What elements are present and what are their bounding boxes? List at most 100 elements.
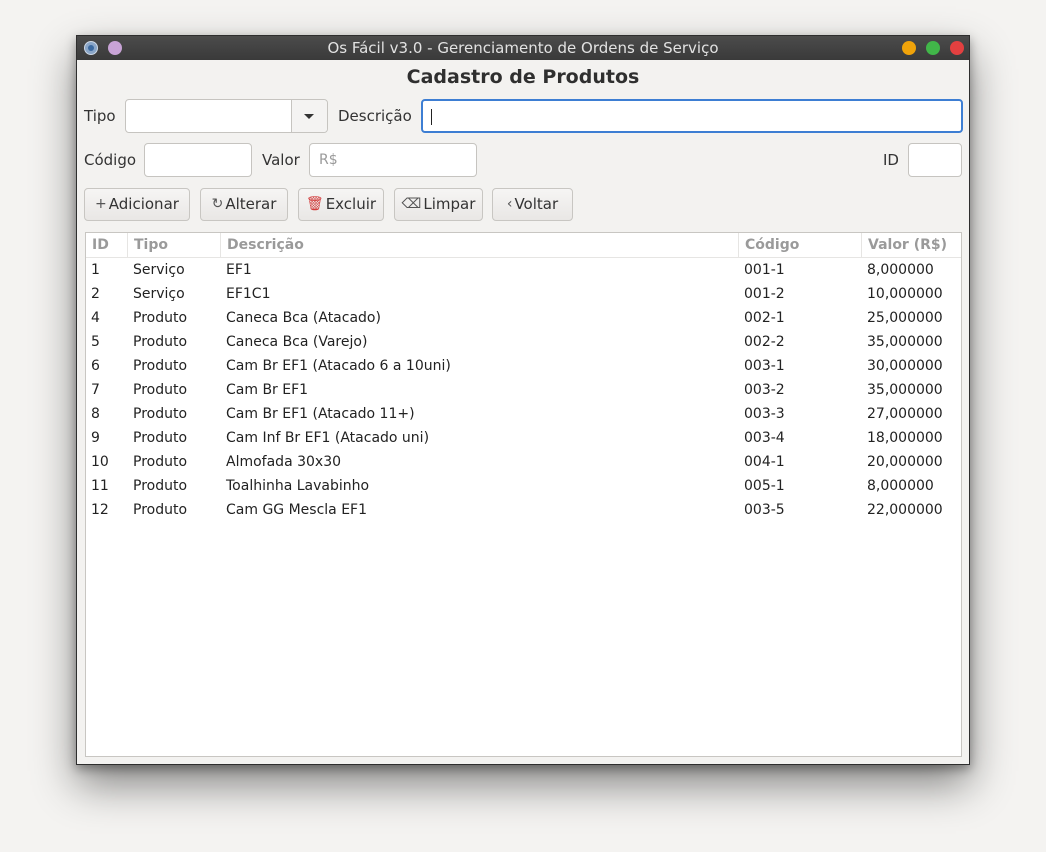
cell-descricao: Cam Br EF1: [226, 382, 309, 398]
cell-valor: 8,000000: [867, 262, 934, 278]
cell-tipo: Produto: [133, 382, 188, 398]
cell-codigo: 002-1: [744, 310, 785, 326]
tipo-label: Tipo: [84, 107, 116, 125]
products-table[interactable]: ID Tipo Descrição Código Valor (R$) 1 Ser…: [85, 232, 962, 757]
cell-descricao: EF1C1: [226, 286, 271, 302]
codigo-input[interactable]: [144, 143, 252, 177]
table-row[interactable]: 10 Produto Almofada 30x30 004-1 20,000000: [86, 450, 961, 474]
id-label: ID: [883, 151, 899, 169]
cell-tipo: Produto: [133, 478, 188, 494]
cell-valor: 20,000000: [867, 454, 943, 470]
maximize-button[interactable]: [926, 41, 940, 55]
app-window: Os Fácil v3.0 - Gerenciamento de Ordens …: [76, 35, 970, 765]
cell-tipo: Produto: [133, 310, 188, 326]
plus-icon: +: [95, 196, 107, 212]
column-header-codigo[interactable]: Código: [739, 233, 862, 257]
cell-descricao: Cam GG Mescla EF1: [226, 502, 367, 518]
limpar-button[interactable]: ⌫ Limpar: [394, 188, 483, 221]
descricao-input[interactable]: [421, 99, 963, 133]
column-header-tipo[interactable]: Tipo: [128, 233, 221, 257]
text-caret: [431, 109, 432, 125]
cell-tipo: Produto: [133, 358, 188, 374]
excluir-button[interactable]: 🗑 Excluir: [298, 188, 384, 221]
cell-valor: 30,000000: [867, 358, 943, 374]
cell-id: 8: [91, 406, 100, 422]
cell-descricao: Almofada 30x30: [226, 454, 342, 470]
descricao-label: Descrição: [338, 107, 412, 125]
table-row[interactable]: 2 Serviço EF1C1 001-2 10,000000: [86, 282, 961, 306]
table-row[interactable]: 12 Produto Cam GG Mescla EF1 003-5 22,000000: [86, 498, 961, 522]
cell-descricao: Cam Inf Br EF1 (Atacado uni): [226, 430, 430, 446]
close-button[interactable]: [950, 41, 964, 55]
cell-descricao: Caneca Bca (Atacado): [226, 310, 381, 326]
minimize-button[interactable]: [902, 41, 916, 55]
tipo-combobox[interactable]: [125, 99, 328, 133]
table-row[interactable]: 9 Produto Cam Inf Br EF1 (Atacado uni) 003-…: [86, 426, 961, 450]
cell-codigo: 001-2: [744, 286, 785, 302]
cell-descricao: Cam Br EF1 (Atacado 11+): [226, 406, 415, 422]
cell-valor: 22,000000: [867, 502, 943, 518]
cell-codigo: 003-1: [744, 358, 785, 374]
table-row[interactable]: 6 Produto Cam Br EF1 (Atacado 6 a 10uni) 00…: [86, 354, 961, 378]
cell-valor: 35,000000: [867, 382, 943, 398]
table-row[interactable]: 11 Produto Toalhinha Lavabinho 005-1 8,00000…: [86, 474, 961, 498]
cell-id: 12: [91, 502, 109, 518]
page-title: Cadastro de Produtos: [406, 66, 640, 88]
cell-id: 11: [91, 478, 109, 494]
cell-descricao: Caneca Bca (Varejo): [226, 334, 368, 350]
cell-codigo: 003-2: [744, 382, 785, 398]
cell-valor: 10,000000: [867, 286, 943, 302]
table-row[interactable]: 4 Produto Caneca Bca (Atacado) 002-1 25,0000…: [86, 306, 961, 330]
chevron-left-icon: ‹: [506, 196, 513, 212]
cell-codigo: 003-3: [744, 406, 785, 422]
cell-codigo: 003-5: [744, 502, 785, 518]
cell-id: 7: [91, 382, 100, 398]
chevron-down-icon[interactable]: [291, 100, 327, 132]
refresh-icon: ↻: [211, 196, 224, 212]
cell-descricao: Cam Br EF1 (Atacado 6 a 10uni): [226, 358, 451, 374]
cell-descricao: EF1: [226, 262, 252, 278]
column-header-descricao[interactable]: Descrição: [221, 233, 739, 257]
window-title: Os Fácil v3.0 - Gerenciamento de Ordens …: [327, 39, 719, 57]
cell-id: 4: [91, 310, 100, 326]
cell-tipo: Produto: [133, 454, 188, 470]
cell-valor: 18,000000: [867, 430, 943, 446]
cell-id: 6: [91, 358, 100, 374]
cell-tipo: Produto: [133, 406, 188, 422]
cell-codigo: 002-2: [744, 334, 785, 350]
table-header: ID Tipo Descrição Código Valor (R$): [86, 233, 961, 258]
id-input[interactable]: [908, 143, 962, 177]
cell-id: 10: [91, 454, 109, 470]
cell-tipo: Produto: [133, 334, 188, 350]
cell-valor: 27,000000: [867, 406, 943, 422]
cell-codigo: 001-1: [744, 262, 785, 278]
cell-tipo: Serviço: [133, 262, 185, 278]
cell-tipo: Produto: [133, 430, 188, 446]
cell-codigo: 005-1: [744, 478, 785, 494]
column-header-valor[interactable]: Valor (R$): [862, 233, 963, 257]
cell-id: 9: [91, 430, 100, 446]
cell-tipo: Produto: [133, 502, 188, 518]
cell-descricao: Toalhinha Lavabinho: [226, 478, 370, 494]
cell-tipo: Serviço: [133, 286, 185, 302]
cell-codigo: 004-1: [744, 454, 785, 470]
alterar-button[interactable]: ↻ Alterar: [200, 188, 288, 221]
backspace-icon: ⌫: [401, 196, 422, 212]
table-row[interactable]: 5 Produto Caneca Bca (Varejo) 002-2 35,00000…: [86, 330, 961, 354]
table-row[interactable]: 1 Serviço EF1 001-1 8,000000: [86, 258, 961, 282]
cell-valor: 8,000000: [867, 478, 934, 494]
cell-codigo: 003-4: [744, 430, 785, 446]
valor-label: Valor: [262, 151, 300, 169]
cell-valor: 25,000000: [867, 310, 943, 326]
table-row[interactable]: 8 Produto Cam Br EF1 (Atacado 11+) 003-3 27,…: [86, 402, 961, 426]
cell-valor: 35,000000: [867, 334, 943, 350]
voltar-button[interactable]: ‹ Voltar: [492, 188, 573, 221]
cell-id: 2: [91, 286, 100, 302]
valor-input[interactable]: R$: [309, 143, 477, 177]
codigo-label: Código: [84, 151, 137, 169]
adicionar-button[interactable]: + Adicionar: [84, 188, 190, 221]
table-row[interactable]: 7 Produto Cam Br EF1 003-2 35,000000: [86, 378, 961, 402]
title-bar[interactable]: Os Fácil v3.0 - Gerenciamento de Ordens …: [77, 36, 969, 60]
table-body: 1 Serviço EF1 001-1 8,000000 2 Serviço EF1C1 001…: [86, 258, 961, 522]
column-header-id[interactable]: ID: [86, 233, 128, 257]
